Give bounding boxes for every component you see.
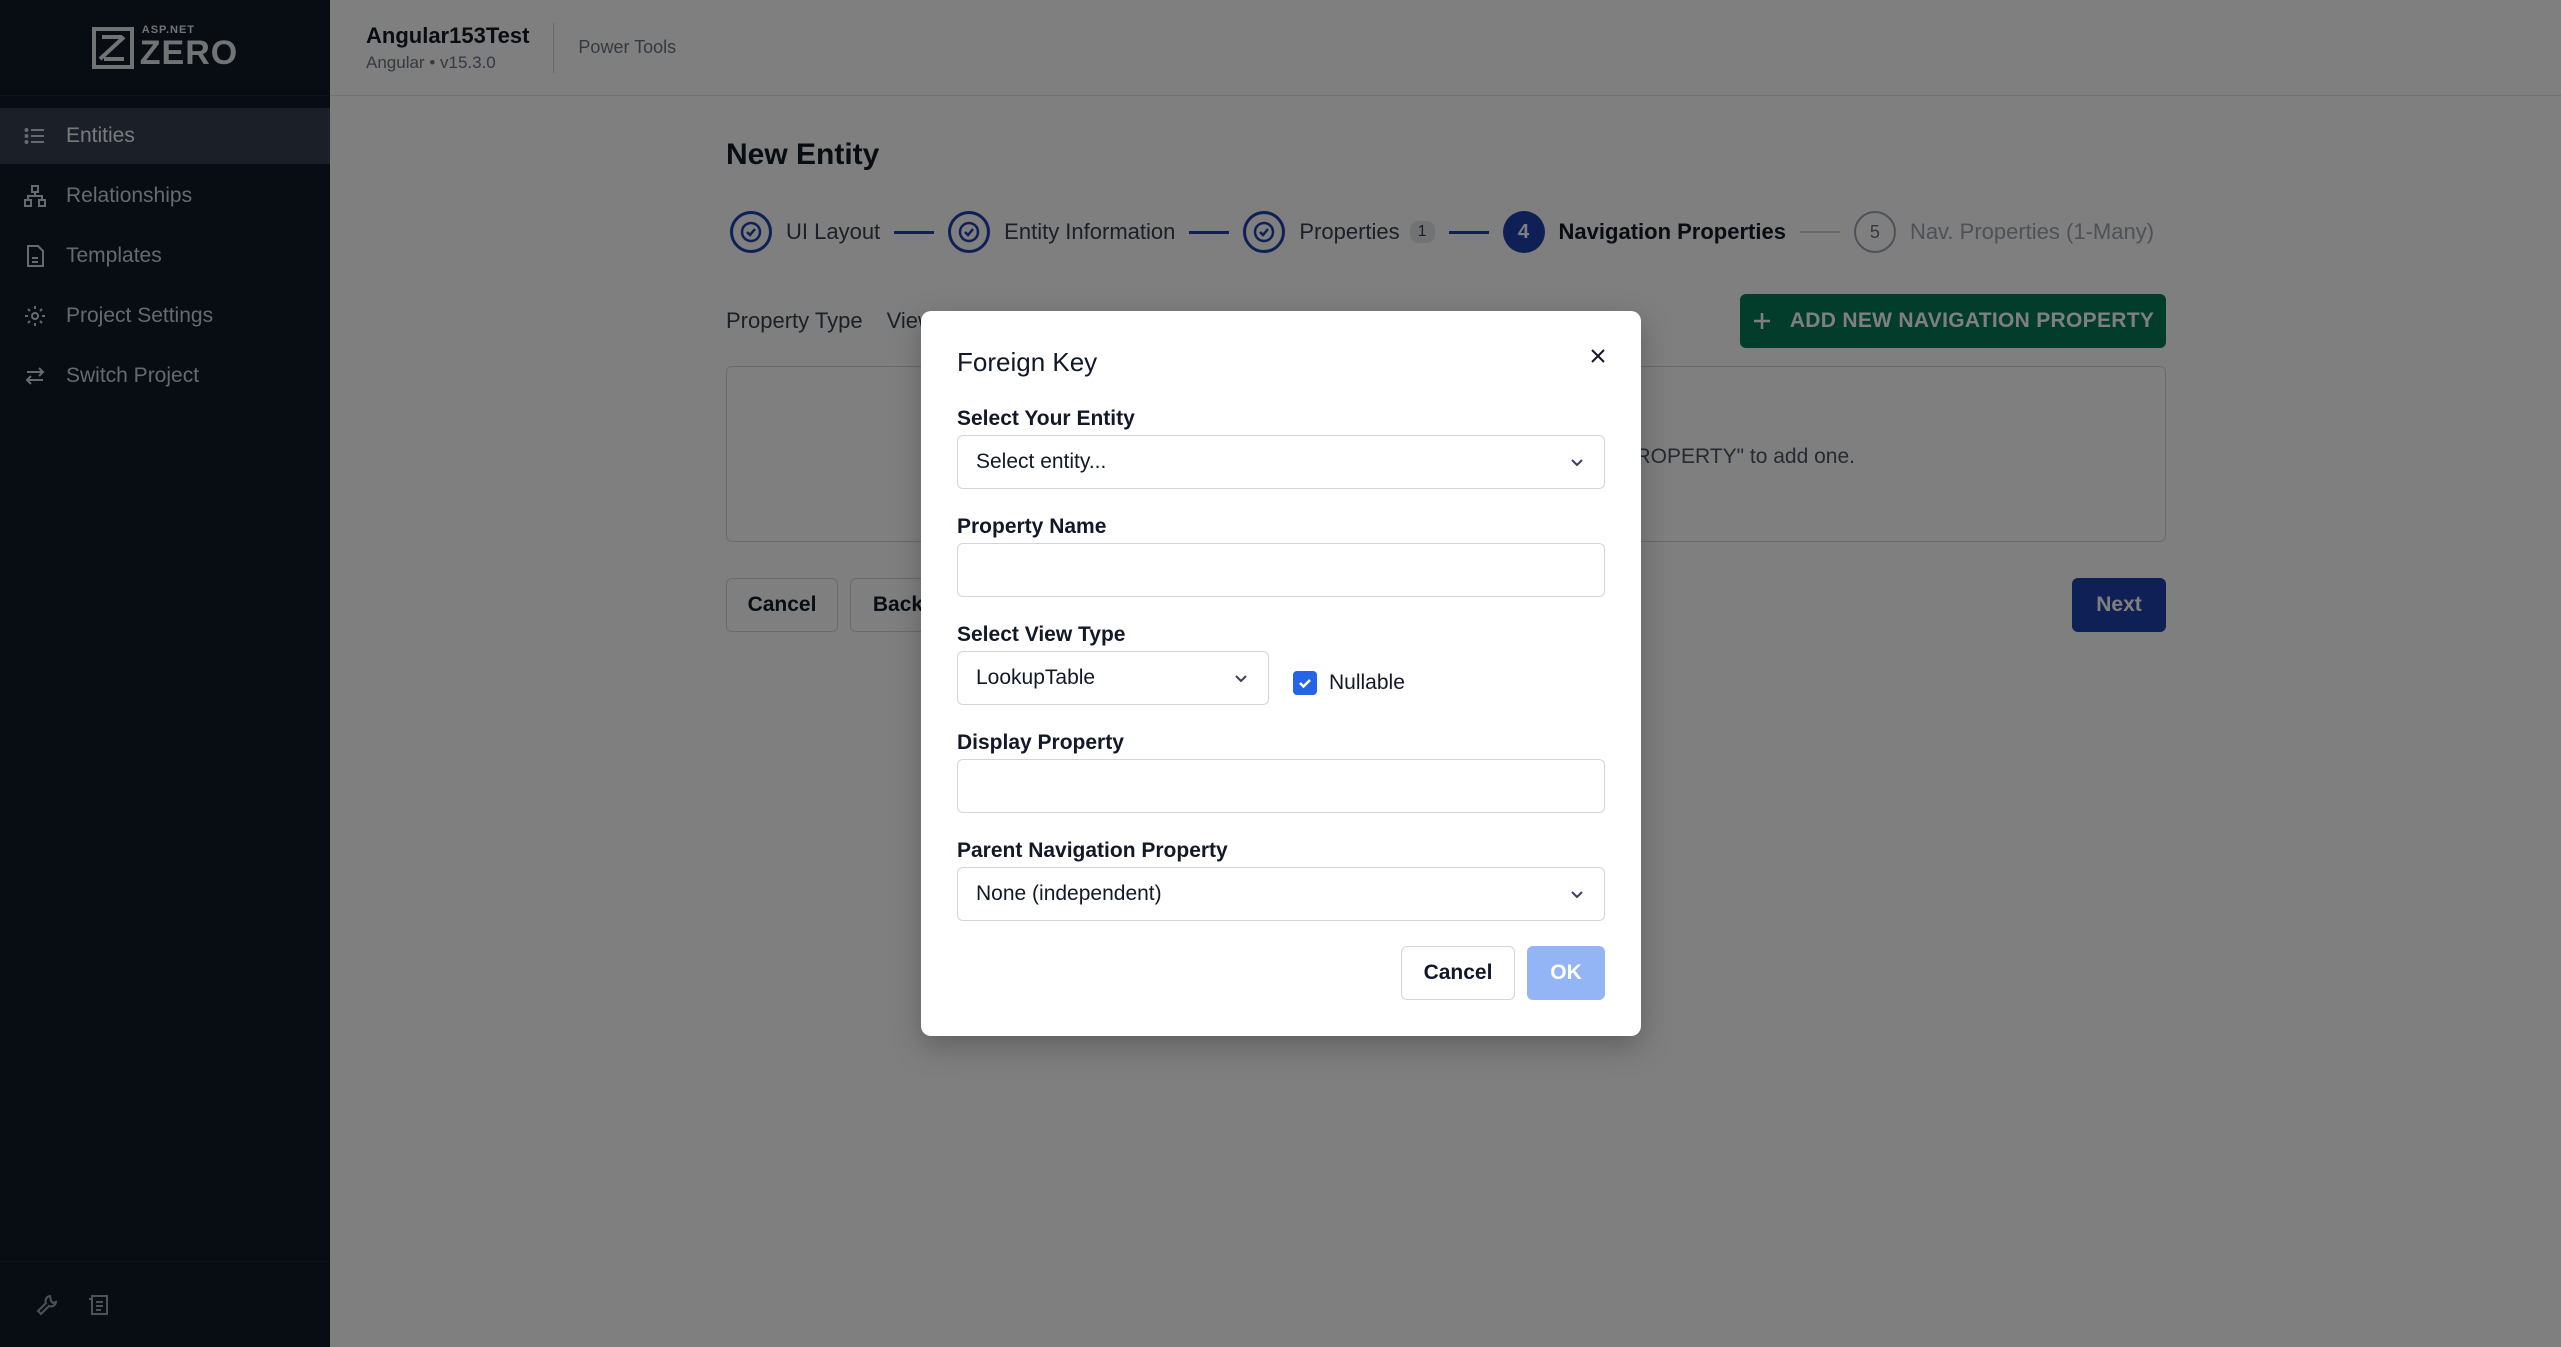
parent-nav-value: None (independent) (976, 882, 1162, 905)
modal-cancel-button[interactable]: Cancel (1401, 946, 1515, 1000)
view-type-label: Select View Type (957, 623, 1126, 646)
property-name-label: Property Name (957, 515, 1107, 538)
display-property-label: Display Property (957, 731, 1124, 754)
entity-label: Select Your Entity (957, 407, 1135, 430)
display-property-input[interactable] (957, 759, 1605, 813)
nullable-checkbox[interactable] (1293, 671, 1317, 695)
chevron-down-icon (1235, 675, 1247, 683)
modal-title: Foreign Key (957, 347, 1098, 377)
checkmark-icon (1299, 679, 1311, 689)
nullable-label: Nullable (1329, 671, 1405, 694)
close-button[interactable] (1581, 339, 1615, 373)
close-icon (1591, 349, 1605, 363)
modal-ok-button[interactable]: OK (1527, 946, 1605, 1000)
chevron-down-icon (1571, 891, 1583, 899)
view-type-select[interactable]: LookupTable (957, 651, 1269, 705)
property-name-input[interactable] (957, 543, 1605, 597)
nullable-checkbox-group[interactable]: Nullable (1293, 671, 1405, 695)
entity-select-value: Select entity... (976, 450, 1107, 473)
chevron-down-icon (1571, 459, 1583, 467)
parent-nav-select[interactable]: None (independent) (957, 867, 1605, 921)
view-type-value: LookupTable (976, 666, 1096, 689)
entity-select[interactable]: Select entity... (957, 435, 1605, 489)
parent-nav-label: Parent Navigation Property (957, 839, 1228, 862)
foreign-key-modal: Foreign Key Select Your Entity Select en… (921, 311, 1641, 1036)
